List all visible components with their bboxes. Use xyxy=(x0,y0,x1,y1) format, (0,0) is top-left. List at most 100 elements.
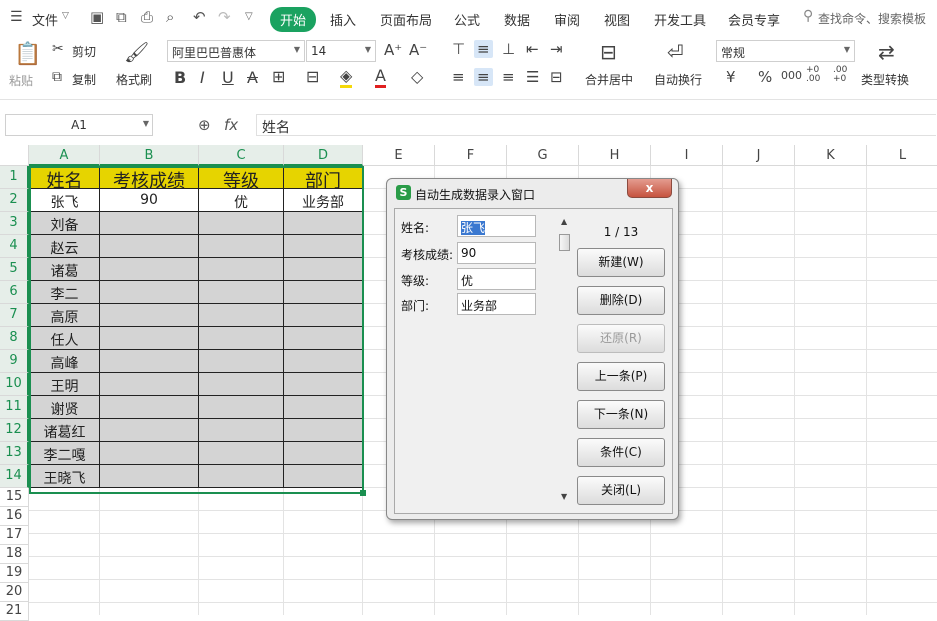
row-header-7[interactable]: 7 xyxy=(0,304,29,327)
table-cell[interactable] xyxy=(284,281,363,304)
row-header-4[interactable]: 4 xyxy=(0,235,29,258)
table-cell[interactable] xyxy=(100,212,199,235)
table-cell[interactable] xyxy=(199,442,284,465)
row-header-5[interactable]: 5 xyxy=(0,258,29,281)
row-header-21[interactable]: 21 xyxy=(0,602,29,621)
scroll-up-icon[interactable]: ▲ xyxy=(561,217,567,226)
table-cell[interactable] xyxy=(100,419,199,442)
header-cell[interactable]: 姓名 xyxy=(29,166,100,189)
row-header-15[interactable]: 15 xyxy=(0,488,29,507)
table-cell[interactable] xyxy=(284,442,363,465)
number-format-select[interactable]: 常规 ▼ xyxy=(716,40,855,62)
table-cell[interactable] xyxy=(199,327,284,350)
print-icon[interactable]: ⎙ xyxy=(141,8,153,26)
delete-button[interactable]: 删除(D) xyxy=(577,286,665,315)
close-dialog-button[interactable]: 关闭(L) xyxy=(577,476,665,505)
table-cell[interactable] xyxy=(100,465,199,488)
format-painter-icon[interactable]: 🖌 xyxy=(124,40,149,64)
table-cell[interactable] xyxy=(199,304,284,327)
table-cell[interactable] xyxy=(284,258,363,281)
font-color-icon[interactable]: A xyxy=(375,66,386,88)
align-left-icon[interactable]: ≡ xyxy=(452,68,465,86)
table-cell[interactable] xyxy=(199,235,284,258)
tab-review[interactable]: 审阅 xyxy=(554,10,580,29)
cell-style-icon[interactable]: ⊟ xyxy=(306,67,319,86)
row-header-3[interactable]: 3 xyxy=(0,212,29,235)
table-cell[interactable] xyxy=(284,327,363,350)
table-cell[interactable] xyxy=(284,350,363,373)
header-cell[interactable]: 等级 xyxy=(199,166,284,189)
row-header-9[interactable]: 9 xyxy=(0,350,29,373)
table-cell[interactable]: 李二 xyxy=(29,281,100,304)
print-preview-icon[interactable]: ⌕ xyxy=(166,8,174,26)
row-header-19[interactable]: 19 xyxy=(0,564,29,583)
column-header-b[interactable]: B xyxy=(100,145,199,166)
row-header-16[interactable]: 16 xyxy=(0,507,29,526)
table-cell[interactable]: 王明 xyxy=(29,373,100,396)
align-bottom-icon[interactable]: ⊥ xyxy=(502,40,515,58)
column-header-h[interactable]: H xyxy=(579,145,651,166)
table-cell[interactable] xyxy=(284,212,363,235)
table-cell[interactable] xyxy=(100,373,199,396)
justify-icon[interactable]: ☰ xyxy=(526,68,539,86)
grade-field[interactable]: 优 xyxy=(457,268,536,290)
table-cell[interactable] xyxy=(199,350,284,373)
fx-icon[interactable]: fx xyxy=(224,116,238,134)
table-cell[interactable] xyxy=(199,419,284,442)
select-all-corner[interactable] xyxy=(0,145,29,166)
copy-button[interactable]: 复制 xyxy=(72,71,96,88)
table-cell[interactable]: 刘备 xyxy=(29,212,100,235)
row-header-14[interactable]: 14 xyxy=(0,465,29,488)
merge-center-button[interactable]: 合并居中 xyxy=(585,71,633,88)
increase-font-icon[interactable]: A⁺ xyxy=(384,41,402,59)
wrap-text-button[interactable]: 自动换行 xyxy=(654,71,702,88)
align-center-icon[interactable]: ≡ xyxy=(474,68,493,86)
type-convert-button[interactable]: 类型转换 xyxy=(861,71,909,88)
align-middle-icon[interactable]: ≡ xyxy=(474,40,493,58)
close-button[interactable]: x xyxy=(627,179,672,198)
chevron-down-icon[interactable]: ▼ xyxy=(143,119,149,128)
score-field[interactable]: 90 xyxy=(457,242,536,264)
search-command[interactable]: 查找命令、搜索模板 xyxy=(818,10,926,27)
scissors-icon[interactable]: ✂ xyxy=(52,41,64,57)
italic-icon[interactable]: I xyxy=(200,68,205,87)
table-cell[interactable] xyxy=(100,442,199,465)
tab-page-layout[interactable]: 页面布局 xyxy=(380,10,432,29)
column-header-k[interactable]: K xyxy=(795,145,867,166)
previous-button[interactable]: 上一条(P) xyxy=(577,362,665,391)
decrease-font-icon[interactable]: A⁻ xyxy=(409,41,427,59)
next-button[interactable]: 下一条(N) xyxy=(577,400,665,429)
table-cell[interactable]: 张飞 xyxy=(29,189,100,212)
fill-handle[interactable] xyxy=(360,490,366,496)
undo-icon[interactable]: ↶ xyxy=(193,8,206,26)
column-header-f[interactable]: F xyxy=(435,145,507,166)
tab-developer[interactable]: 开发工具 xyxy=(654,10,706,29)
increase-decimal-icon[interactable]: +0 .00 xyxy=(806,66,828,84)
format-painter-button[interactable]: 格式刷 xyxy=(116,71,152,88)
save-icon[interactable]: ▣ xyxy=(90,8,104,26)
table-cell[interactable]: 王晓飞 xyxy=(29,465,100,488)
tab-home[interactable]: 开始 xyxy=(270,7,317,32)
clear-format-icon[interactable]: ◇ xyxy=(411,67,423,86)
font-size-select[interactable]: 14 ▼ xyxy=(306,40,376,62)
row-header-13[interactable]: 13 xyxy=(0,442,29,465)
column-header-c[interactable]: C xyxy=(199,145,284,166)
header-cell[interactable]: 考核成绩 xyxy=(100,166,199,189)
table-cell[interactable]: 任人 xyxy=(29,327,100,350)
table-cell[interactable]: 李二嘎 xyxy=(29,442,100,465)
table-cell[interactable] xyxy=(284,304,363,327)
row-header-11[interactable]: 11 xyxy=(0,396,29,419)
tab-insert[interactable]: 插入 xyxy=(330,10,356,29)
paste-button[interactable]: 粘贴 xyxy=(9,72,33,89)
table-cell[interactable]: 赵云 xyxy=(29,235,100,258)
column-header-j[interactable]: J xyxy=(723,145,795,166)
scroll-down-icon[interactable]: ▼ xyxy=(561,492,567,501)
fill-color-icon[interactable]: ◈ xyxy=(340,66,353,88)
tab-view[interactable]: 视图 xyxy=(604,10,630,29)
new-button[interactable]: 新建(W) xyxy=(577,248,665,277)
bold-icon[interactable]: B xyxy=(174,68,186,87)
align-top-icon[interactable]: ⊤ xyxy=(452,40,465,58)
table-cell[interactable] xyxy=(199,212,284,235)
decrease-indent-icon[interactable]: ⇤ xyxy=(526,40,539,58)
restore-button[interactable]: 还原(R) xyxy=(577,324,665,353)
